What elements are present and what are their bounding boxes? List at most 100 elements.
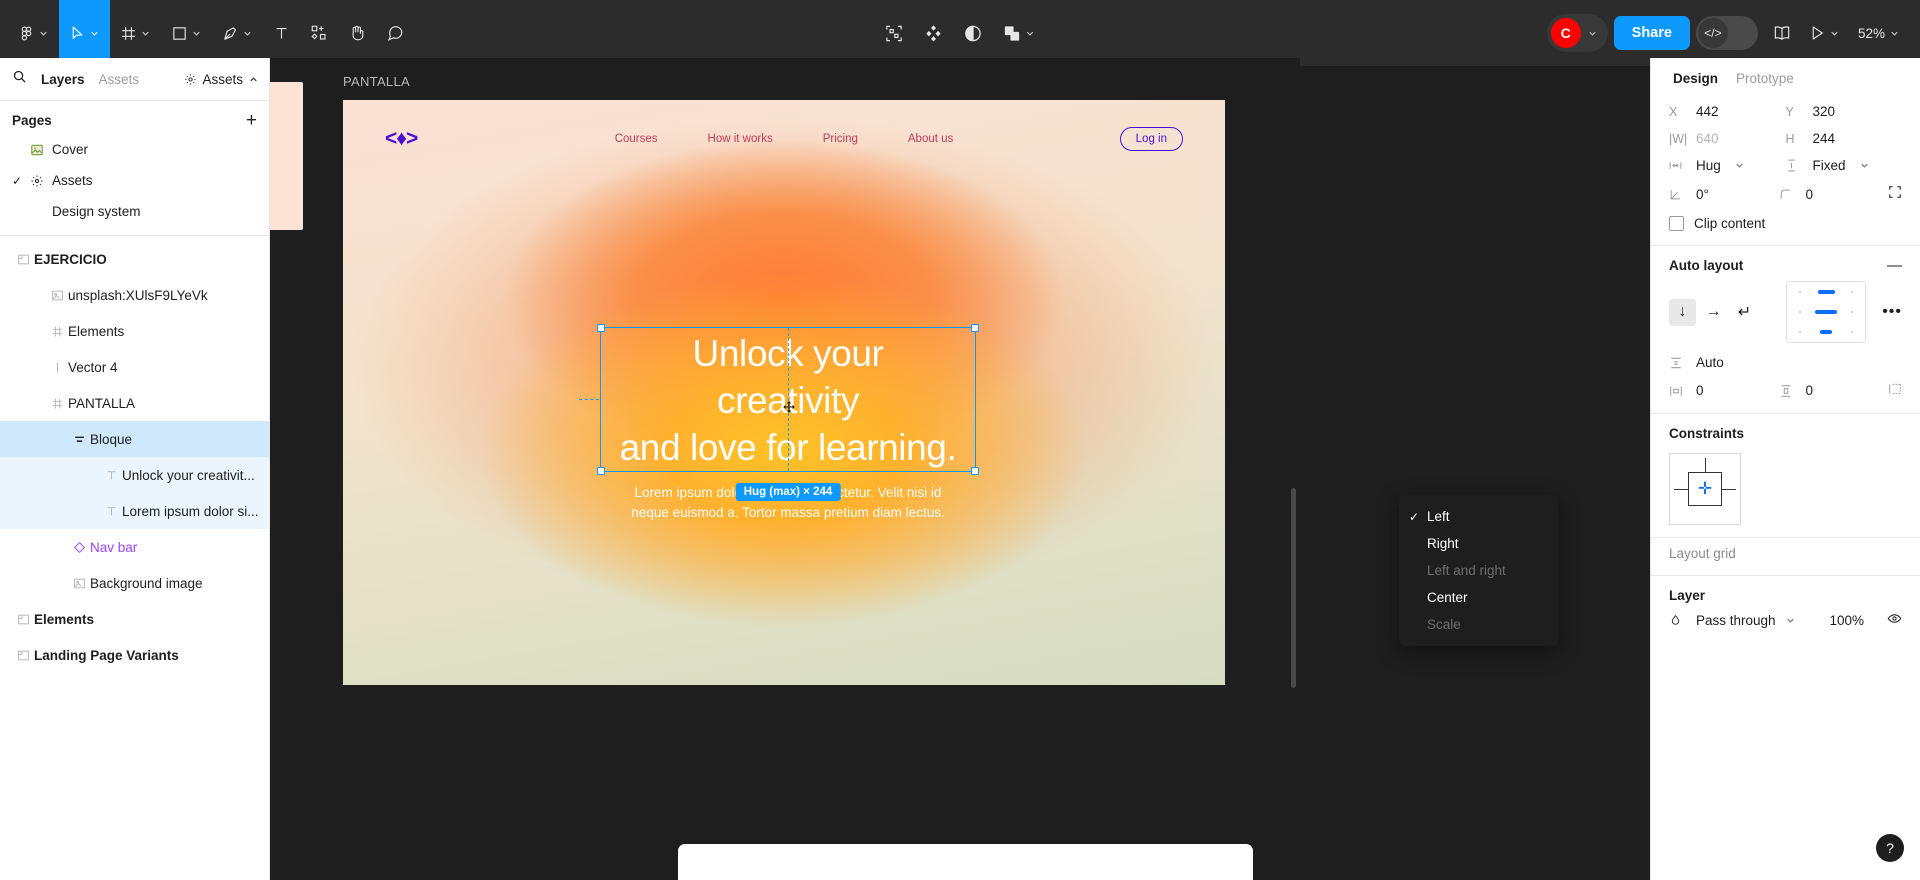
zoom-control[interactable]: 52% bbox=[1848, 26, 1906, 41]
nav-link-pricing[interactable]: Pricing bbox=[823, 133, 858, 145]
blend-mode-value[interactable]: Pass through bbox=[1696, 613, 1776, 628]
page-item-cover[interactable]: Cover bbox=[0, 134, 269, 165]
clip-content-row[interactable]: Clip content bbox=[1669, 216, 1902, 231]
horizontal-direction-icon[interactable]: → bbox=[1700, 299, 1727, 326]
nav-link-courses[interactable]: Courses bbox=[615, 133, 658, 145]
contrast-icon[interactable] bbox=[954, 0, 993, 66]
constraint-top-handle[interactable] bbox=[1705, 458, 1706, 472]
add-page-button[interactable]: + bbox=[246, 111, 257, 130]
corner-radius-field[interactable]: 0 bbox=[1779, 187, 1889, 202]
actions-tool-icon[interactable] bbox=[300, 0, 338, 66]
comment-tool-icon[interactable] bbox=[376, 0, 414, 66]
shape-tool-icon[interactable] bbox=[161, 0, 212, 66]
assets-library-menu[interactable]: Assets bbox=[184, 72, 259, 87]
layer-row-landing-page-variants[interactable]: Landing Page Variants bbox=[0, 637, 269, 673]
login-button[interactable]: Log in bbox=[1119, 127, 1183, 151]
canvas-viewport[interactable]: PANTALLA <♦> Courses How it works Pricin… bbox=[270, 58, 1300, 880]
nav-link-how-it-works[interactable]: How it works bbox=[708, 133, 773, 145]
artboard-pantalla[interactable]: <♦> Courses How it works Pricing About u… bbox=[343, 100, 1225, 685]
pen-tool-icon[interactable] bbox=[212, 0, 263, 66]
page-item-assets[interactable]: ✓ Assets bbox=[0, 165, 269, 196]
layout-grid-label[interactable]: Layout grid bbox=[1651, 546, 1920, 561]
independent-corners-icon[interactable] bbox=[1888, 185, 1902, 204]
x-field[interactable]: X 442 bbox=[1669, 104, 1786, 119]
nav-link-about-us[interactable]: About us bbox=[908, 133, 953, 145]
layer-row-elements-child[interactable]: Elements bbox=[0, 313, 269, 349]
align-dot[interactable] bbox=[1798, 290, 1802, 294]
constraints-widget[interactable]: ✛ bbox=[1669, 453, 1741, 525]
height-field[interactable]: H 244 bbox=[1786, 131, 1903, 146]
frame-label-pantalla[interactable]: PANTALLA bbox=[343, 74, 410, 89]
move-tool-icon[interactable] bbox=[59, 0, 110, 66]
vertical-padding-field[interactable]: 0 bbox=[1779, 383, 1889, 398]
selected-block-bloque[interactable]: Unlock your creativity and love for lear… bbox=[579, 324, 979, 520]
tab-assets[interactable]: Assets bbox=[99, 72, 140, 87]
align-bar-bottom[interactable] bbox=[1820, 330, 1832, 334]
layer-row-nav-bar[interactable]: Nav bar bbox=[0, 529, 269, 565]
constraint-left-handle[interactable] bbox=[1674, 489, 1688, 490]
layer-row-ejercicio[interactable]: EJERCICIO bbox=[0, 241, 269, 277]
share-button[interactable]: Share bbox=[1613, 16, 1690, 50]
align-bar-middle[interactable] bbox=[1815, 310, 1837, 314]
boolean-icon[interactable] bbox=[993, 0, 1046, 66]
y-field[interactable]: Y 320 bbox=[1786, 104, 1903, 119]
width-field[interactable]: |W| 640 bbox=[1669, 131, 1786, 146]
layer-row-unsplash[interactable]: unsplash:XUlsF9LYeVk bbox=[0, 277, 269, 313]
search-icon[interactable] bbox=[12, 69, 27, 89]
individual-padding-icon[interactable] bbox=[1888, 382, 1902, 399]
align-dot[interactable] bbox=[1798, 330, 1802, 334]
figma-menu-icon[interactable] bbox=[8, 0, 59, 66]
opacity-value[interactable]: 100% bbox=[1829, 613, 1864, 628]
layer-row-elements-section[interactable]: Elements bbox=[0, 601, 269, 637]
resize-handle-top-left[interactable] bbox=[597, 324, 605, 332]
resize-handle-bottom-right[interactable] bbox=[971, 467, 979, 475]
rotation-field[interactable]: 0° bbox=[1669, 187, 1779, 202]
horizontal-resizing-select[interactable]: Hug bbox=[1669, 158, 1786, 173]
logo-icon[interactable]: <♦> bbox=[385, 127, 418, 151]
book-icon[interactable] bbox=[1764, 15, 1800, 51]
align-dot[interactable] bbox=[1850, 290, 1854, 294]
plugins-icon[interactable] bbox=[914, 0, 954, 66]
components-icon[interactable] bbox=[875, 0, 914, 66]
alignment-grid[interactable] bbox=[1786, 281, 1866, 343]
align-dot[interactable] bbox=[1850, 310, 1854, 314]
constraints-center-plus-icon[interactable]: ✛ bbox=[1698, 479, 1712, 499]
auto-layout-more-options-button[interactable]: ••• bbox=[1882, 303, 1902, 321]
horizontal-padding-field[interactable]: 0 bbox=[1669, 383, 1779, 398]
dropdown-item-right[interactable]: Right bbox=[1399, 530, 1558, 557]
layer-row-heading-text[interactable]: Unlock your creativit... bbox=[0, 457, 269, 493]
remove-auto-layout-button[interactable]: — bbox=[1887, 258, 1902, 273]
constraints-dropdown-menu[interactable]: ✓ Left Right Left and right Center Scale bbox=[1399, 495, 1558, 646]
resize-handle-top-right[interactable] bbox=[971, 324, 979, 332]
vertical-resizing-select[interactable]: Fixed bbox=[1786, 158, 1903, 173]
layer-row-pantalla[interactable]: PANTALLA bbox=[0, 385, 269, 421]
wrap-direction-icon[interactable]: ↵ bbox=[1731, 299, 1758, 326]
dropdown-item-left[interactable]: ✓ Left bbox=[1399, 503, 1558, 530]
layer-row-bloque[interactable]: Bloque bbox=[0, 421, 269, 457]
text-tool-icon[interactable] bbox=[263, 0, 300, 66]
layer-row-background-image[interactable]: Background image bbox=[0, 565, 269, 601]
layer-row-vector4[interactable]: Vector 4 bbox=[0, 349, 269, 385]
canvas-scrollbar[interactable] bbox=[1291, 488, 1296, 688]
tab-layers[interactable]: Layers bbox=[41, 72, 85, 87]
align-dot[interactable] bbox=[1798, 310, 1802, 314]
help-button[interactable]: ? bbox=[1876, 834, 1904, 862]
resize-handle-bottom-left[interactable] bbox=[597, 467, 605, 475]
present-icon[interactable] bbox=[1806, 15, 1842, 51]
align-bar-top[interactable] bbox=[1817, 290, 1835, 294]
avatar-menu[interactable]: C bbox=[1546, 14, 1608, 52]
dev-mode-toggle[interactable]: </> bbox=[1695, 16, 1758, 50]
hand-tool-icon[interactable] bbox=[338, 0, 376, 66]
dropdown-item-center[interactable]: Center bbox=[1399, 584, 1558, 611]
align-dot[interactable] bbox=[1850, 330, 1854, 334]
tab-design[interactable]: Design bbox=[1673, 71, 1718, 86]
vertical-direction-icon[interactable]: ↓ bbox=[1669, 298, 1696, 326]
clip-content-checkbox[interactable] bbox=[1669, 216, 1684, 231]
page-item-design-system[interactable]: Design system bbox=[0, 196, 269, 227]
gap-field[interactable]: Auto bbox=[1651, 355, 1920, 370]
constraint-right-handle[interactable] bbox=[1722, 489, 1736, 490]
frame-tool-icon[interactable] bbox=[110, 0, 161, 66]
visibility-eye-icon[interactable] bbox=[1887, 611, 1902, 629]
tab-prototype[interactable]: Prototype bbox=[1736, 71, 1794, 86]
layer-row-paragraph-text[interactable]: Lorem ipsum dolor si... bbox=[0, 493, 269, 529]
